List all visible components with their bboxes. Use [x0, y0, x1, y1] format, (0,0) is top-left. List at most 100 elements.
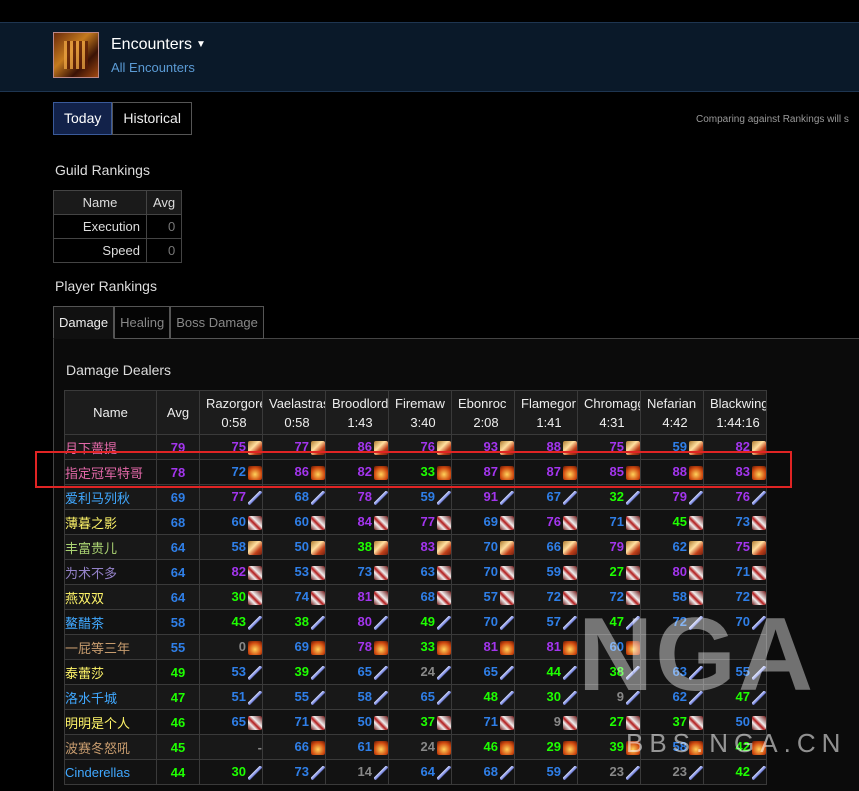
- parse-cell[interactable]: 14: [325, 759, 389, 785]
- parse-cell[interactable]: 45: [640, 509, 704, 535]
- parse-cell[interactable]: 75: [703, 534, 767, 560]
- parse-cell[interactable]: 9: [514, 709, 578, 735]
- tab-healing[interactable]: Healing: [114, 306, 171, 339]
- parse-cell[interactable]: 66: [262, 734, 326, 760]
- parse-cell[interactable]: 79: [577, 534, 641, 560]
- parse-cell[interactable]: 53: [199, 659, 263, 685]
- parse-cell[interactable]: 30: [514, 684, 578, 710]
- parse-cell[interactable]: 33: [388, 634, 452, 660]
- parse-cell[interactable]: 68: [451, 759, 515, 785]
- parse-cell[interactable]: 60: [199, 509, 263, 535]
- parse-cell[interactable]: 29: [514, 734, 578, 760]
- parse-cell[interactable]: 76: [514, 509, 578, 535]
- parse-cell[interactable]: 37: [388, 709, 452, 735]
- col-header-avg[interactable]: Avg: [156, 390, 200, 435]
- table-row[interactable]: 丰富贵儿 64 58 50 38 83 70 66 79 62 75: [64, 534, 767, 560]
- table-row[interactable]: 薄暮之影 68 60 60 84 77 69 76 71 45 73: [64, 509, 767, 535]
- col-header-boss[interactable]: Nefarian 4:42: [640, 390, 704, 435]
- parse-cell[interactable]: 65: [199, 709, 263, 735]
- table-row[interactable]: 一屁等三年 55 0 69 78 33 81 81 60: [64, 634, 767, 660]
- parse-cell[interactable]: 60: [577, 634, 641, 660]
- player-name[interactable]: 明明是个人: [64, 709, 157, 735]
- parse-cell[interactable]: 73: [703, 509, 767, 535]
- col-header-boss[interactable]: Flamegor 1:41: [514, 390, 578, 435]
- parse-cell[interactable]: 73: [325, 559, 389, 585]
- parse-cell[interactable]: 72: [514, 584, 578, 610]
- parse-cell[interactable]: 23: [577, 759, 641, 785]
- parse-cell[interactable]: 70: [451, 534, 515, 560]
- col-header-boss[interactable]: Broodlord 1:43: [325, 390, 389, 435]
- parse-cell[interactable]: 43: [199, 609, 263, 635]
- parse-cell[interactable]: 79: [640, 484, 704, 510]
- parse-cell[interactable]: 62: [640, 684, 704, 710]
- col-header-boss[interactable]: Razorgore 0:58: [199, 390, 263, 435]
- parse-cell[interactable]: 24: [388, 734, 452, 760]
- col-header-boss[interactable]: Ebonroc 2:08: [451, 390, 515, 435]
- parse-cell[interactable]: 80: [325, 609, 389, 635]
- table-row[interactable]: 燕双双 64 30 74 81 68 57 72 72 58 72: [64, 584, 767, 610]
- col-header-boss[interactable]: Blackwing 1:44:16: [703, 390, 767, 435]
- parse-cell[interactable]: 24: [388, 659, 452, 685]
- col-header-boss[interactable]: Vaelastrasz 0:58: [262, 390, 326, 435]
- player-name[interactable]: 一屁等三年: [64, 634, 157, 660]
- col-header-boss[interactable]: Chromaggus 4:31: [577, 390, 641, 435]
- player-name[interactable]: 为术不多: [64, 559, 157, 585]
- parse-cell[interactable]: 71: [451, 709, 515, 735]
- parse-cell[interactable]: 70: [451, 609, 515, 635]
- parse-cell[interactable]: 60: [262, 509, 326, 535]
- table-row[interactable]: 泰蕾莎 49 53 39 65 24 65 44 38 63 55: [64, 659, 767, 685]
- parse-cell[interactable]: 37: [640, 709, 704, 735]
- parse-cell[interactable]: 72: [640, 609, 704, 635]
- parse-cell[interactable]: 30: [199, 759, 263, 785]
- parse-cell[interactable]: 38: [577, 659, 641, 685]
- table-row[interactable]: 鳌醋茶 58 43 38 80 49 70 57 47 72 70: [64, 609, 767, 635]
- parse-cell[interactable]: 30: [199, 584, 263, 610]
- parse-cell[interactable]: 68: [262, 484, 326, 510]
- col-header-name[interactable]: Name: [64, 390, 157, 435]
- parse-cell[interactable]: 61: [325, 734, 389, 760]
- encounters-dropdown[interactable]: Encounters ▼: [111, 36, 206, 54]
- parse-cell[interactable]: 65: [325, 659, 389, 685]
- parse-cell[interactable]: 38: [325, 534, 389, 560]
- parse-cell[interactable]: 50: [325, 709, 389, 735]
- table-row[interactable]: 爱利马列秋 69 77 68 78 59 91 67 32 79 76: [64, 484, 767, 510]
- parse-cell[interactable]: 49: [388, 609, 452, 635]
- parse-cell[interactable]: 27: [577, 709, 641, 735]
- parse-cell[interactable]: 42: [703, 734, 767, 760]
- parse-cell[interactable]: 72: [577, 584, 641, 610]
- parse-cell[interactable]: 47: [703, 684, 767, 710]
- parse-cell[interactable]: 69: [451, 509, 515, 535]
- parse-cell[interactable]: 76: [703, 484, 767, 510]
- parse-cell[interactable]: [703, 634, 767, 660]
- parse-cell[interactable]: 72: [703, 584, 767, 610]
- parse-cell[interactable]: 74: [262, 584, 326, 610]
- parse-cell[interactable]: 58: [640, 734, 704, 760]
- parse-cell[interactable]: 27: [577, 559, 641, 585]
- player-name[interactable]: 泰蕾莎: [64, 659, 157, 685]
- parse-cell[interactable]: 81: [325, 584, 389, 610]
- parse-cell[interactable]: 51: [199, 684, 263, 710]
- table-row[interactable]: Cinderellas 44 30 73 14 64 68 59 23 23 42: [64, 759, 767, 785]
- parse-cell[interactable]: 62: [640, 534, 704, 560]
- parse-cell[interactable]: 39: [262, 659, 326, 685]
- parse-cell[interactable]: 77: [388, 509, 452, 535]
- parse-cell[interactable]: 39: [577, 734, 641, 760]
- parse-cell[interactable]: 84: [325, 509, 389, 535]
- parse-cell[interactable]: 58: [640, 584, 704, 610]
- parse-cell[interactable]: 42: [703, 759, 767, 785]
- player-name[interactable]: 燕双双: [64, 584, 157, 610]
- player-name[interactable]: 波赛冬怒吼: [64, 734, 157, 760]
- parse-cell[interactable]: 50: [703, 709, 767, 735]
- parse-cell[interactable]: 64: [388, 759, 452, 785]
- parse-cell[interactable]: 71: [703, 559, 767, 585]
- parse-cell[interactable]: 47: [577, 609, 641, 635]
- parse-cell[interactable]: [640, 634, 704, 660]
- parse-cell[interactable]: 48: [451, 684, 515, 710]
- table-row[interactable]: 洛水千城 47 51 55 58 65 48 30 9 62 47: [64, 684, 767, 710]
- parse-cell[interactable]: 69: [262, 634, 326, 660]
- parse-cell[interactable]: 63: [388, 559, 452, 585]
- parse-cell[interactable]: 23: [640, 759, 704, 785]
- parse-cell[interactable]: 81: [514, 634, 578, 660]
- parse-cell[interactable]: 58: [199, 534, 263, 560]
- parse-cell[interactable]: 57: [451, 584, 515, 610]
